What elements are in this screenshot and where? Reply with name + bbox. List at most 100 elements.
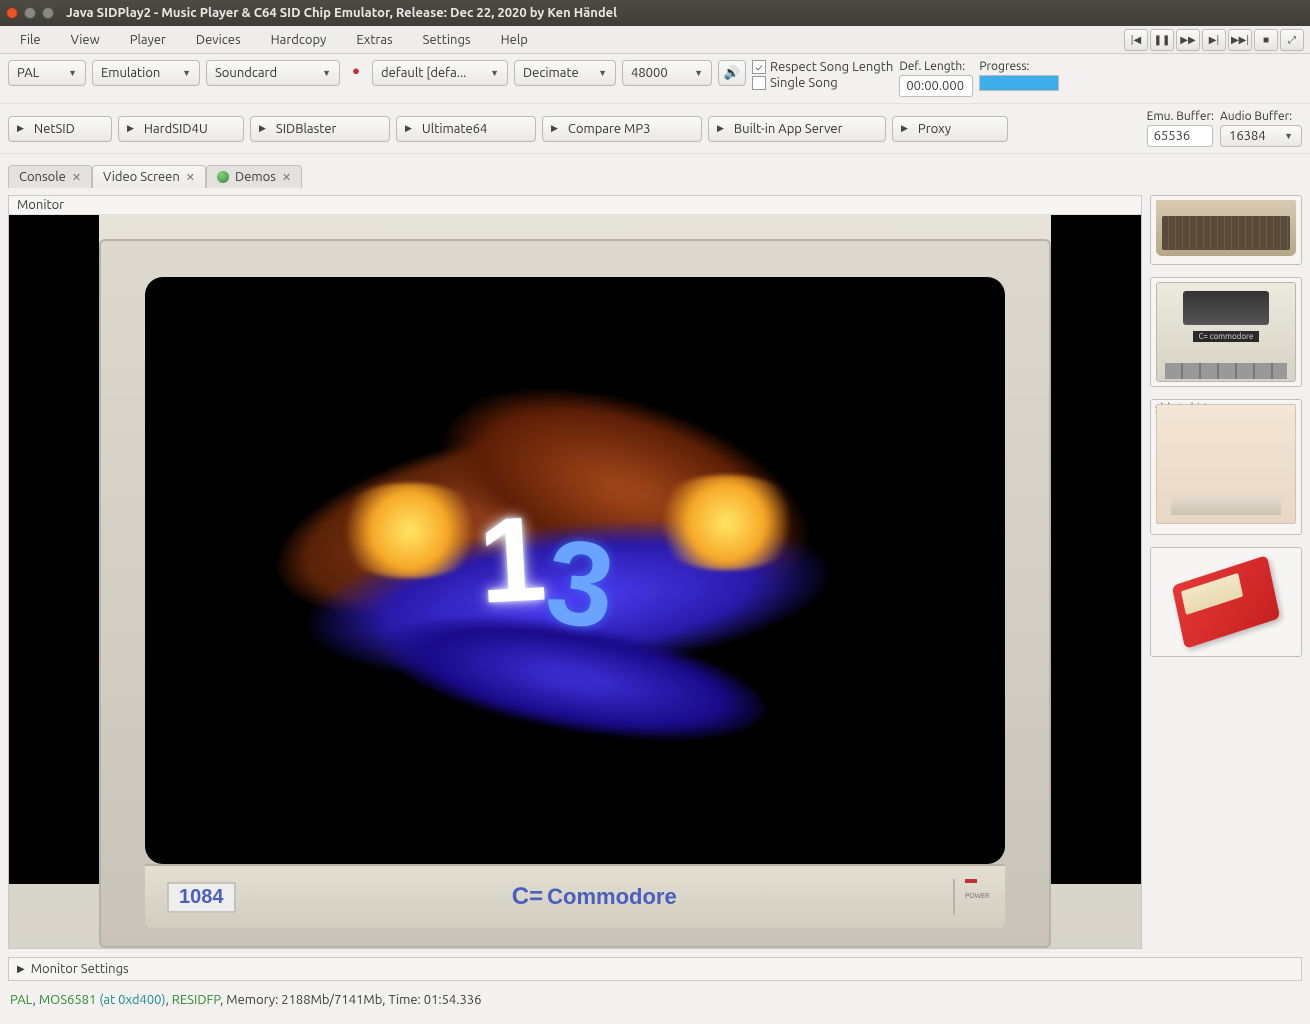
- device-dropdown[interactable]: default [defa...▼: [372, 60, 508, 86]
- device-value: default [defa...: [381, 66, 466, 80]
- status-time-label: Time:: [388, 993, 423, 1007]
- tabs-bar: Console ✕ Video Screen ✕ Demos ✕: [0, 154, 1310, 187]
- engine-dropdown[interactable]: Emulation ▼: [92, 60, 200, 86]
- crt-bezel: 1 3 1084 C= Commodore POWER: [99, 239, 1051, 948]
- menu-help[interactable]: Help: [487, 30, 542, 50]
- power-indicator: POWER: [953, 879, 983, 915]
- device-cartridge[interactable]: [1150, 547, 1302, 657]
- floppy-drive-icon: [1156, 404, 1296, 524]
- content-area: Monitor 1 3 1: [0, 187, 1310, 957]
- menu-file[interactable]: File: [6, 30, 55, 50]
- proxy-button[interactable]: ▶Proxy: [892, 116, 1008, 142]
- play-icon: ▶: [17, 123, 24, 134]
- progress-bar: [979, 75, 1059, 91]
- next-track-button[interactable]: ▶▶|: [1228, 29, 1252, 51]
- window-close-icon[interactable]: [6, 7, 18, 19]
- tab-demos[interactable]: Demos ✕: [206, 165, 302, 188]
- respect-song-length-checkbox[interactable]: ✓: [752, 60, 766, 74]
- audio-buffer-dropdown[interactable]: 16384▼: [1220, 125, 1302, 147]
- device-c64-keyboard[interactable]: [1150, 195, 1302, 265]
- resample-dropdown[interactable]: Decimate▼: [514, 60, 616, 86]
- window-maximize-icon[interactable]: [42, 7, 54, 19]
- pause-button[interactable]: ❚❚: [1150, 29, 1174, 51]
- monitor-panel: Monitor 1 3 1: [8, 195, 1142, 949]
- menu-settings[interactable]: Settings: [409, 30, 485, 50]
- prev-track-button[interactable]: |◀: [1124, 29, 1148, 51]
- c64-keyboard-icon: [1156, 200, 1296, 256]
- hardsid4u-button[interactable]: ▶HardSID4U: [118, 116, 244, 142]
- engine-value: Emulation: [101, 66, 160, 80]
- close-icon[interactable]: ✕: [282, 171, 291, 184]
- speaker-button[interactable]: 🔊: [718, 60, 746, 86]
- menu-view[interactable]: View: [57, 30, 114, 50]
- video-mode-dropdown[interactable]: PAL ▼: [8, 60, 86, 86]
- compare-mp3-button[interactable]: ▶Compare MP3: [542, 116, 702, 142]
- song-length-options: ✓ Respect Song Length Single Song: [752, 60, 893, 90]
- cartridge-icon: [1156, 552, 1296, 652]
- play-icon: ▶: [901, 123, 908, 134]
- play-icon: ▶: [551, 123, 558, 134]
- globe-icon: [217, 171, 229, 183]
- monitor-footer: 1084 C= Commodore POWER: [145, 864, 1005, 928]
- default-length-group: Def. Length: 00:00.000: [899, 60, 973, 97]
- caret-icon: ▼: [68, 68, 77, 78]
- device-side-panel: C= commodore side1.d64: [1150, 195, 1302, 949]
- close-icon[interactable]: ✕: [186, 171, 195, 184]
- speaker-icon: 🔊: [724, 66, 740, 81]
- close-icon[interactable]: ✕: [72, 171, 81, 184]
- caret-icon: ▼: [694, 68, 703, 78]
- status-memory-label: Memory:: [226, 993, 281, 1007]
- tab-video-screen[interactable]: Video Screen ✕: [92, 165, 206, 188]
- caret-icon: ▼: [182, 68, 191, 78]
- window-title: Java SIDPlay2 - Music Player & C64 SID C…: [66, 6, 617, 20]
- ultimate64-button[interactable]: ▶Ultimate64: [396, 116, 536, 142]
- caret-icon: ▼: [322, 68, 331, 78]
- default-length-input[interactable]: 00:00.000: [899, 75, 973, 97]
- tab-console[interactable]: Console ✕: [8, 165, 92, 188]
- video-mode-value: PAL: [17, 66, 39, 80]
- fast-forward-button[interactable]: ▶▶: [1176, 29, 1200, 51]
- record-icon[interactable]: ●: [346, 60, 366, 80]
- fullscreen-button[interactable]: ⤢: [1280, 29, 1304, 51]
- monitor-settings-label: Monitor Settings: [31, 962, 129, 976]
- respect-song-length-label: Respect Song Length: [770, 60, 893, 74]
- single-song-checkbox[interactable]: [752, 76, 766, 90]
- stop-button[interactable]: ■: [1254, 29, 1278, 51]
- sidblaster-button[interactable]: ▶SIDBlaster: [250, 116, 390, 142]
- audio-buffer-label: Audio Buffer:: [1220, 110, 1302, 123]
- status-engine: RESIDFP: [172, 993, 220, 1007]
- device-datasette[interactable]: C= commodore: [1150, 277, 1302, 387]
- status-memory-value: 2188Mb/7141Mb: [281, 993, 382, 1007]
- monitor-header: Monitor: [9, 196, 1141, 215]
- chevron-right-icon: ▶: [17, 963, 25, 975]
- menubar: File View Player Devices Hardcopy Extras…: [0, 26, 1310, 54]
- menu-devices[interactable]: Devices: [182, 30, 255, 50]
- status-pal: PAL: [10, 993, 33, 1007]
- single-song-label: Single Song: [770, 76, 838, 90]
- netsid-button[interactable]: ▶NetSID: [8, 116, 112, 142]
- toolbar-primary: PAL ▼ Emulation ▼ Soundcard ▼ ● default [de…: [0, 54, 1310, 104]
- status-chip-addr: (at 0xd400): [99, 993, 165, 1007]
- monitor-settings-toggle[interactable]: ▶ Monitor Settings: [8, 957, 1302, 981]
- default-length-label: Def. Length:: [899, 60, 973, 73]
- power-led-icon: [965, 879, 977, 883]
- progress-fill: [980, 76, 1058, 90]
- app-server-button[interactable]: ▶Built-in App Server: [708, 116, 886, 142]
- emu-buffer-group: Emu. Buffer: 65536: [1147, 110, 1214, 147]
- samplerate-dropdown[interactable]: 48000▼: [622, 60, 712, 86]
- menu-hardcopy[interactable]: Hardcopy: [257, 30, 341, 50]
- output-dropdown[interactable]: Soundcard ▼: [206, 60, 340, 86]
- output-value: Soundcard: [215, 66, 277, 80]
- device-floppy-drive[interactable]: side1.d64: [1150, 399, 1302, 535]
- play-icon: ▶: [127, 123, 134, 134]
- toolbar-secondary: ▶NetSID ▶HardSID4U ▶SIDBlaster ▶Ultimate…: [0, 104, 1310, 154]
- window-minimize-icon[interactable]: [24, 7, 36, 19]
- letterbox-left: [9, 215, 99, 884]
- progress-group: Progress:: [979, 60, 1059, 91]
- menu-player[interactable]: Player: [116, 30, 180, 50]
- next-subtune-button[interactable]: ▶|: [1202, 29, 1226, 51]
- menu-extras[interactable]: Extras: [342, 30, 406, 50]
- demo-graphic: 1 3: [231, 371, 919, 770]
- emu-buffer-input[interactable]: 65536: [1147, 125, 1213, 147]
- caret-icon: ▼: [598, 68, 607, 78]
